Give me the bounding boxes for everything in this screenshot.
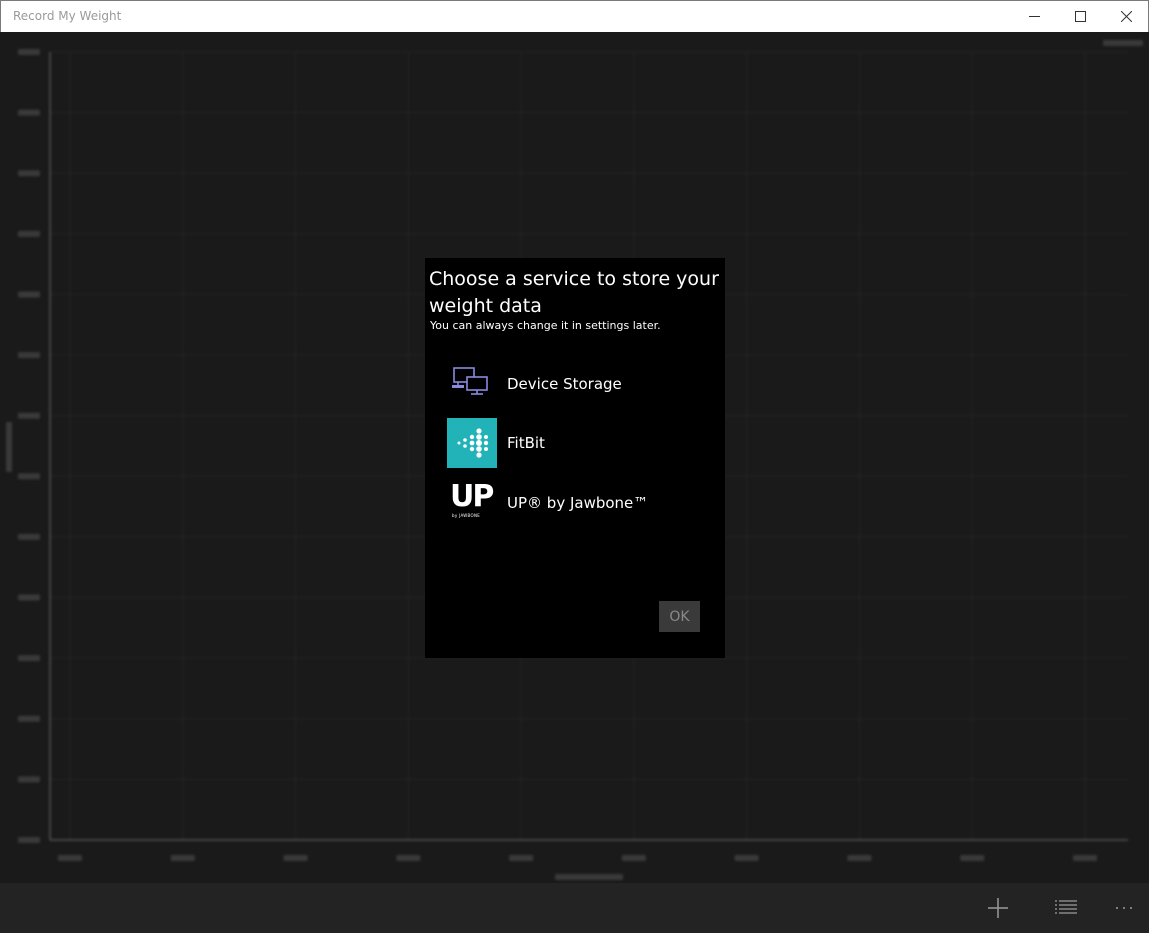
x-tick-label bbox=[283, 855, 308, 861]
service-option-fitbit[interactable]: FitBit bbox=[447, 418, 707, 468]
y-tick-label bbox=[18, 412, 40, 419]
title-bar: Record My Weight bbox=[0, 0, 1149, 32]
y-tick-label bbox=[18, 655, 40, 662]
device-storage-icon bbox=[447, 359, 497, 409]
x-tick-label bbox=[1073, 855, 1097, 861]
maximize-button[interactable] bbox=[1057, 1, 1103, 32]
maximize-icon bbox=[1074, 11, 1086, 22]
x-tick-label bbox=[396, 855, 421, 861]
service-option-device-storage[interactable]: Device Storage bbox=[447, 359, 707, 409]
list-icon bbox=[1055, 900, 1077, 914]
y-tick-label bbox=[18, 473, 40, 480]
dialog-subtitle: You can always change it in settings lat… bbox=[430, 319, 661, 332]
y-tick-label bbox=[18, 715, 40, 722]
app-bar bbox=[0, 883, 1149, 933]
minimize-icon bbox=[1028, 16, 1040, 17]
jawbone-up-icon: UP by JAWBONE bbox=[447, 478, 497, 528]
add-button[interactable] bbox=[978, 891, 1018, 925]
x-tick-label bbox=[509, 855, 534, 861]
x-tick-label bbox=[621, 855, 646, 861]
y-tick-label bbox=[18, 837, 40, 843]
minimize-button[interactable] bbox=[1011, 1, 1057, 32]
close-button[interactable] bbox=[1103, 1, 1149, 32]
y-tick-label bbox=[18, 776, 40, 783]
service-option-jawbone-up[interactable]: UP by JAWBONE UP® by Jawbone™ bbox=[447, 478, 707, 528]
window-title: Record My Weight bbox=[13, 9, 122, 23]
y-axis-title bbox=[6, 422, 12, 472]
fitbit-icon bbox=[447, 418, 497, 468]
service-label-device-storage: Device Storage bbox=[507, 375, 622, 393]
ok-button[interactable]: OK bbox=[659, 601, 700, 632]
close-icon bbox=[1120, 11, 1132, 22]
y-tick-label bbox=[18, 291, 40, 298]
service-label-jawbone-up: UP® by Jawbone™ bbox=[507, 494, 649, 512]
dialog-title: Choose a service to store your weight da… bbox=[429, 268, 719, 317]
list-button[interactable] bbox=[1046, 891, 1086, 925]
more-icon bbox=[1116, 907, 1132, 909]
y-tick-label bbox=[18, 170, 40, 177]
y-tick-label bbox=[18, 109, 40, 116]
more-button[interactable] bbox=[1104, 891, 1144, 925]
y-tick-label bbox=[18, 533, 40, 540]
y-tick-label bbox=[18, 352, 40, 359]
service-label-fitbit: FitBit bbox=[507, 434, 545, 452]
service-dialog: Choose a service to store your weight da… bbox=[425, 258, 725, 658]
x-axis-title bbox=[555, 874, 623, 880]
x-tick-label bbox=[58, 855, 82, 861]
x-tick-label bbox=[170, 855, 195, 861]
y-tick-label bbox=[18, 230, 40, 237]
x-tick-label bbox=[847, 855, 872, 861]
x-tick-label bbox=[734, 855, 759, 861]
y-tick-label bbox=[18, 49, 40, 55]
legend bbox=[1103, 40, 1143, 46]
y-tick-label bbox=[18, 594, 40, 601]
add-icon bbox=[988, 898, 1008, 918]
x-tick-label bbox=[960, 855, 985, 861]
